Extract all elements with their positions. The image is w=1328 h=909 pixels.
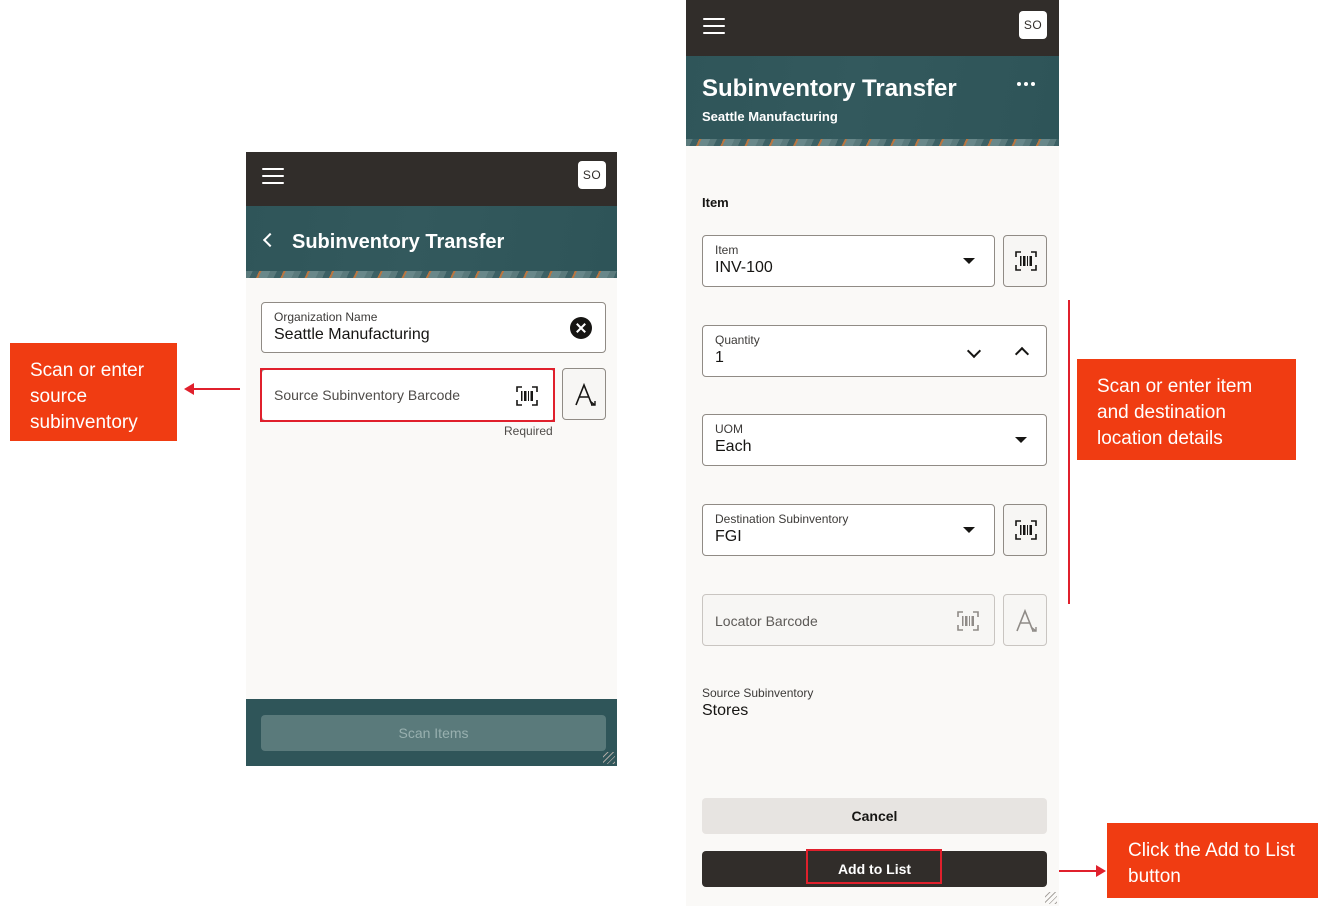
item-details-bracket-line (1068, 300, 1070, 604)
source-subinventory-value: Stores (702, 702, 749, 719)
item-label: Item (715, 243, 739, 257)
quantity-label: Quantity (715, 333, 760, 347)
callout-add-to-list: Click the Add to List button (1107, 823, 1318, 898)
barcode-icon (957, 611, 979, 631)
organization-name-field[interactable]: Organization Name Seattle Manufacturing (261, 302, 606, 353)
menu-icon[interactable] (703, 17, 725, 35)
organization-name-label: Organization Name (274, 310, 378, 324)
text-entry-button[interactable] (562, 368, 606, 420)
barcode-icon[interactable] (516, 386, 538, 406)
callout-item-details: Scan or enter item and destination locat… (1077, 359, 1296, 460)
barcode-icon (1015, 520, 1037, 540)
clear-icon[interactable] (570, 317, 592, 339)
locator-text-entry-button[interactable] (1003, 594, 1047, 646)
user-avatar[interactable]: SO (1019, 11, 1047, 39)
page-header: Subinventory Transfer (246, 206, 617, 278)
scan-items-button[interactable]: Scan Items (261, 715, 606, 751)
destination-scan-button[interactable] (1003, 504, 1047, 556)
callout-arrow-right (1059, 865, 1106, 877)
destination-subinventory-field[interactable]: Destination Subinventory FGI (702, 504, 995, 556)
resize-grip-icon (603, 752, 615, 764)
uom-value: Each (715, 438, 752, 455)
page-title: Subinventory Transfer (292, 231, 505, 253)
back-chevron-icon[interactable] (260, 230, 276, 250)
resize-grip-icon (1045, 892, 1057, 904)
more-icon[interactable] (1017, 80, 1037, 88)
organization-name-value: Seattle Manufacturing (274, 326, 430, 343)
quantity-value: 1 (715, 349, 724, 366)
item-scan-button[interactable] (1003, 235, 1047, 287)
screen-footer: Scan Items (246, 699, 617, 766)
item-details-screen: SO Subinventory Transfer Seattle Manufac… (686, 0, 1059, 906)
locator-barcode-field[interactable]: Locator Barcode (702, 594, 995, 646)
item-field[interactable]: Item INV-100 (702, 235, 995, 287)
app-top-bar: SO (246, 152, 617, 206)
item-section-label: Item (702, 195, 729, 210)
destination-subinventory-label: Destination Subinventory (715, 512, 849, 526)
uom-label: UOM (715, 422, 743, 436)
page-header: Subinventory Transfer Seattle Manufactur… (686, 56, 1059, 146)
chevron-up-icon[interactable] (1016, 346, 1026, 356)
page-title: Subinventory Transfer (702, 75, 957, 102)
destination-subinventory-value: FGI (715, 528, 742, 545)
dropdown-caret-icon[interactable] (1015, 437, 1027, 443)
barcode-icon (1015, 251, 1037, 271)
add-to-list-button[interactable]: Add to List (702, 851, 1047, 887)
quantity-stepper[interactable]: Quantity 1 (702, 325, 1047, 377)
source-subinventory-barcode-placeholder: Source Subinventory Barcode (274, 387, 460, 403)
dropdown-caret-icon[interactable] (963, 527, 975, 533)
font-icon (1016, 609, 1037, 632)
callout-arrow-left (184, 383, 240, 395)
source-subinventory-barcode-field[interactable]: Source Subinventory Barcode (261, 369, 555, 421)
menu-icon[interactable] (262, 167, 284, 185)
callout-source-subinventory: Scan or enter source subinventory (10, 343, 177, 441)
required-helper-text: Required (504, 424, 553, 438)
chevron-down-icon[interactable] (968, 348, 978, 358)
uom-field[interactable]: UOM Each (702, 414, 1047, 466)
locator-barcode-placeholder: Locator Barcode (715, 613, 818, 629)
item-value: INV-100 (715, 259, 773, 276)
user-avatar[interactable]: SO (578, 161, 606, 189)
source-subinventory-label: Source Subinventory (702, 686, 814, 700)
font-icon (575, 383, 596, 406)
page-subtitle: Seattle Manufacturing (702, 109, 838, 124)
app-top-bar: SO (686, 0, 1059, 56)
dropdown-caret-icon[interactable] (963, 258, 975, 264)
cancel-button[interactable]: Cancel (702, 798, 1047, 834)
source-subinventory-screen: SO Subinventory Transfer Organization Na… (246, 152, 617, 766)
